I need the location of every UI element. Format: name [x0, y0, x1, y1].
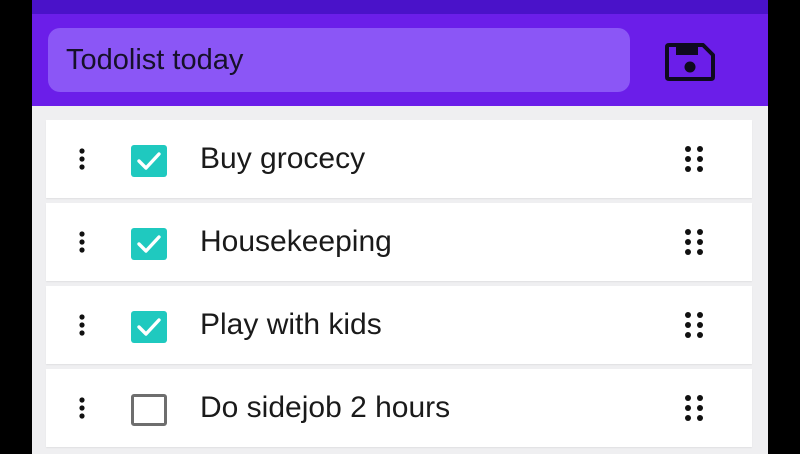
row-menu-button[interactable] [72, 120, 92, 198]
check-icon [137, 152, 161, 170]
list-item: Do sidejob 2 hours [46, 369, 752, 447]
check-icon [137, 235, 161, 253]
task-label: Housekeeping [200, 225, 392, 258]
drag-handle[interactable] [682, 120, 706, 198]
drag-handle[interactable] [682, 369, 706, 447]
app-bar [32, 14, 768, 106]
drag-handle[interactable] [682, 286, 706, 364]
list-title-input[interactable] [48, 28, 630, 92]
save-icon [665, 43, 715, 81]
row-menu-button[interactable] [72, 286, 92, 364]
list-item: Housekeeping [46, 203, 752, 281]
drag-handle-icon [685, 146, 703, 172]
more-vertical-icon [79, 231, 85, 253]
row-menu-button[interactable] [72, 203, 92, 281]
more-vertical-icon [79, 314, 85, 336]
todo-list: Buy grocecy Housekeeping Play with kids … [46, 120, 752, 452]
task-label: Do sidejob 2 hours [200, 391, 451, 424]
task-checkbox[interactable] [131, 228, 167, 260]
task-label: Buy grocecy [200, 142, 366, 175]
drag-handle-icon [685, 395, 703, 421]
more-vertical-icon [79, 397, 85, 419]
row-menu-button[interactable] [72, 369, 92, 447]
save-button[interactable] [661, 40, 719, 84]
task-checkbox[interactable] [131, 311, 167, 343]
more-vertical-icon [79, 148, 85, 170]
drag-handle[interactable] [682, 203, 706, 281]
phone-screen: Buy grocecy Housekeeping [32, 0, 768, 454]
check-icon [137, 318, 161, 336]
drag-handle-icon [685, 312, 703, 338]
status-bar [32, 0, 768, 14]
task-label: Play with kids [200, 308, 382, 341]
list-item: Play with kids [46, 286, 752, 364]
list-item: Buy grocecy [46, 120, 752, 198]
drag-handle-icon [685, 229, 703, 255]
task-checkbox[interactable] [131, 145, 167, 177]
task-checkbox[interactable] [131, 394, 167, 426]
